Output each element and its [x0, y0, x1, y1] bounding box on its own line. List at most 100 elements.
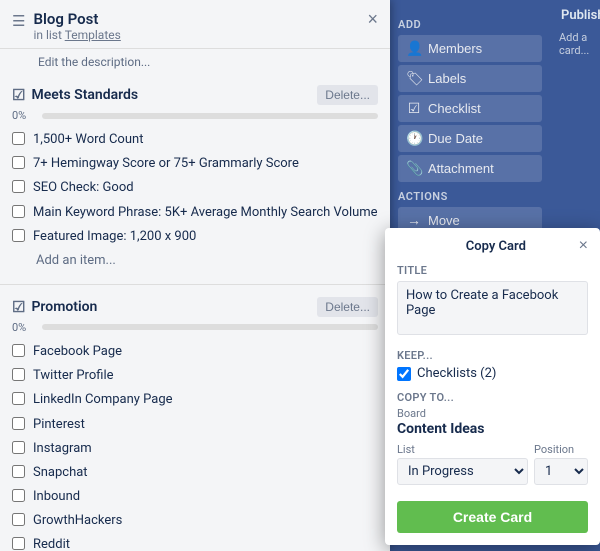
checklist-promotion-header: ☑ Promotion Delete...: [12, 297, 378, 317]
progress-label-promotion: 0%: [12, 321, 36, 334]
members-btn[interactable]: 👤 Members: [398, 35, 542, 62]
item-checkbox[interactable]: [12, 132, 25, 145]
meets-standards-add-item-btn[interactable]: Add an item...: [12, 249, 378, 272]
list-item: Twitter Profile: [12, 364, 378, 388]
labels-icon: 🏷: [406, 70, 422, 87]
list-item: Instagram: [12, 437, 378, 461]
meets-standards-items: 1,500+ Word Count 7+ Hemingway Score or …: [12, 128, 378, 249]
item-checkbox[interactable]: [12, 344, 25, 357]
progress-track-meets-standards: [42, 113, 378, 119]
card-title-area: Blog Post in list Templates: [33, 10, 359, 42]
item-label: Featured Image: 1,200 x 900: [33, 228, 196, 246]
keep-section: Keep... Checklists (2): [397, 349, 588, 381]
item-label: Instagram: [33, 440, 92, 458]
item-label: GrowthHackers: [33, 512, 122, 530]
attachment-icon: 📎: [406, 160, 422, 177]
due-date-label: Due Date: [428, 131, 483, 146]
item-checkbox[interactable]: [12, 417, 25, 430]
list-name-link[interactable]: Templates: [65, 28, 121, 42]
copy-list-select[interactable]: In Progress: [397, 458, 528, 485]
item-checkbox[interactable]: [12, 537, 25, 550]
published-col-title: Published: [559, 4, 600, 27]
promotion-items: Facebook Page Twitter Profile LinkedIn C…: [12, 340, 378, 551]
card-modal-header: ☰ Blog Post in list Templates ×: [0, 0, 390, 49]
attachment-label: Attachment: [428, 161, 494, 176]
edit-description-link[interactable]: Edit the description...: [0, 49, 390, 77]
checklist-meets-standards-delete-btn[interactable]: Delete...: [317, 85, 378, 105]
item-checkbox[interactable]: [12, 205, 25, 218]
copy-card-popup-header: Copy Card ×: [397, 238, 588, 254]
card-modal-close-btn[interactable]: ×: [367, 10, 378, 28]
checklist-icon: ☑: [406, 100, 422, 117]
checklist-btn[interactable]: ☑ Checklist: [398, 95, 542, 122]
in-list-text: in list Templates: [33, 28, 359, 42]
item-checkbox[interactable]: [12, 180, 25, 193]
item-label: LinkedIn Company Page: [33, 391, 173, 409]
item-label: SEO Check: Good: [33, 179, 134, 197]
checklist-label: Checklist: [428, 101, 481, 116]
members-label: Members: [428, 41, 482, 56]
copy-list-label: List: [397, 443, 528, 456]
item-label: 7+ Hemingway Score or 75+ Grammarly Scor…: [33, 155, 299, 173]
labels-btn[interactable]: 🏷 Labels: [398, 65, 542, 92]
copy-to-label: Copy to...: [397, 391, 588, 404]
checklist-meets-standards: ☑ Meets Standards Delete... 0% 1,500+ Wo…: [0, 77, 390, 280]
copy-list-wrap: List In Progress: [397, 443, 528, 485]
keep-label: Keep...: [397, 349, 588, 362]
copy-card-popup-close-btn[interactable]: ×: [579, 238, 588, 254]
actions-section-title: Actions: [398, 190, 542, 203]
item-label: Facebook Page: [33, 343, 122, 361]
copy-position-wrap: Position 1: [534, 443, 588, 485]
checklist-meets-standards-title: ☑ Meets Standards: [12, 86, 138, 104]
list-item: Snapchat: [12, 461, 378, 485]
move-icon: →: [406, 212, 422, 228]
item-checkbox[interactable]: [12, 392, 25, 405]
attachment-btn[interactable]: 📎 Attachment: [398, 155, 542, 182]
copy-title-input[interactable]: [397, 281, 588, 335]
checklist-promotion-icon: ☑: [12, 298, 25, 316]
item-label: 1,500+ Word Count: [33, 131, 143, 149]
list-item: GrowthHackers: [12, 509, 378, 533]
list-item: LinkedIn Company Page: [12, 388, 378, 412]
card-modal: ☰ Blog Post in list Templates × Edit the…: [0, 0, 390, 551]
create-card-btn[interactable]: Create Card: [397, 501, 588, 533]
list-item: Inbound: [12, 485, 378, 509]
progress-bar-meets-standards: 0%: [12, 109, 378, 122]
labels-label: Labels: [428, 71, 466, 86]
add-card-label[interactable]: Add a card...: [559, 31, 596, 57]
card-modal-title: Blog Post: [33, 10, 359, 28]
list-item: Pinterest: [12, 413, 378, 437]
list-item: Featured Image: 1,200 x 900: [12, 225, 378, 249]
item-checkbox[interactable]: [12, 368, 25, 381]
item-checkbox[interactable]: [12, 156, 25, 169]
checklist-promotion-title: ☑ Promotion: [12, 298, 97, 316]
item-checkbox[interactable]: [12, 513, 25, 526]
checklist-check-icon: ☑: [12, 86, 25, 104]
item-label: Main Keyword Phrase: 5K+ Average Monthly…: [33, 204, 378, 222]
keep-checklists-checkbox[interactable]: [397, 367, 411, 381]
copy-position-label: Position: [534, 443, 588, 456]
copy-position-select[interactable]: 1: [534, 458, 588, 485]
item-checkbox[interactable]: [12, 489, 25, 502]
progress-bar-promotion: 0%: [12, 321, 378, 334]
checklist-promotion-delete-btn[interactable]: Delete...: [317, 297, 378, 317]
copy-card-popup: Copy Card × Title Keep... Checklists (2)…: [385, 228, 600, 545]
item-checkbox[interactable]: [12, 465, 25, 478]
checklist-promotion: ☑ Promotion Delete... 0% Facebook Page T…: [0, 289, 390, 551]
list-item: Facebook Page: [12, 340, 378, 364]
copy-list-position: List In Progress Position 1: [397, 443, 588, 485]
card-icon: ☰: [12, 12, 25, 30]
due-date-btn[interactable]: 🕐 Due Date: [398, 125, 542, 152]
keep-checklists-label: Checklists (2): [417, 366, 496, 381]
checklist-meets-standards-header: ☑ Meets Standards Delete...: [12, 85, 378, 105]
item-label: Inbound: [33, 488, 80, 506]
item-label: Pinterest: [33, 416, 85, 434]
copy-to-board-label: Board: [397, 407, 588, 420]
item-checkbox[interactable]: [12, 229, 25, 242]
copy-title-label: Title: [397, 264, 588, 277]
list-item: 7+ Hemingway Score or 75+ Grammarly Scor…: [12, 152, 378, 176]
published-column: Published ⚙ Add a card...: [555, 0, 600, 61]
list-item: Main Keyword Phrase: 5K+ Average Monthly…: [12, 201, 378, 225]
due-date-icon: 🕐: [406, 130, 422, 147]
item-checkbox[interactable]: [12, 441, 25, 454]
